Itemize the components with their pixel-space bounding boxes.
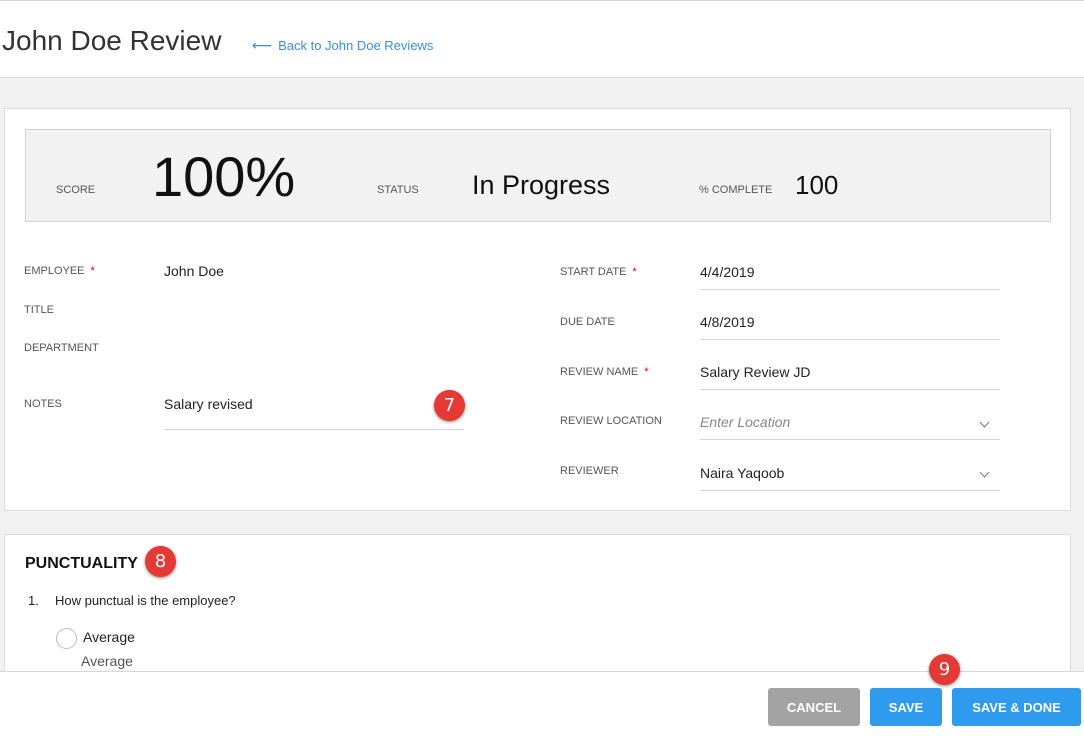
- review-page: John Doe Review ⟵ Back to John Doe Review…: [0, 0, 1084, 741]
- review-location-select[interactable]: Enter Location: [700, 414, 790, 430]
- required-marker: *: [632, 266, 637, 278]
- back-link-label: Back to John Doe Reviews: [278, 38, 434, 53]
- annotation-badge-7: 7: [434, 390, 465, 421]
- score-label: SCORE: [56, 184, 96, 196]
- section-title: PUNCTUALITY: [25, 555, 138, 572]
- save-and-done-button[interactable]: SAVE & DONE: [952, 688, 1081, 726]
- reviewer-label: REVIEWER: [560, 465, 619, 477]
- arrow-left-icon: ⟵: [252, 37, 273, 53]
- complete-label: % COMPLETE: [699, 184, 773, 196]
- punctuality-section: PUNCTUALITY 8 1. How punctual is the emp…: [4, 534, 1071, 684]
- start-date-underline: [700, 289, 1000, 290]
- page-header: John Doe Review ⟵ Back to John Doe Review…: [0, 0, 1084, 78]
- option-label[interactable]: Average: [83, 629, 135, 645]
- chevron-down-icon[interactable]: [979, 467, 990, 478]
- save-button[interactable]: SAVE: [870, 688, 942, 726]
- notes-input[interactable]: Salary revised: [164, 396, 253, 412]
- start-date-label: START DATE *: [560, 266, 637, 278]
- notes-underline: [164, 429, 464, 430]
- question-number: 1.: [28, 593, 39, 608]
- required-marker: *: [644, 366, 649, 378]
- review-location-label: REVIEW LOCATION: [560, 415, 662, 427]
- chevron-down-icon[interactable]: [979, 417, 990, 428]
- review-location-underline: [700, 439, 1000, 440]
- due-date-underline: [700, 339, 1000, 340]
- notes-label: NOTES: [24, 398, 62, 410]
- review-details-panel: SCORE 100% STATUS In Progress % COMPLETE…: [4, 108, 1071, 511]
- radio-empty-icon[interactable]: [56, 628, 77, 649]
- complete-value: 100: [795, 170, 839, 200]
- review-summary: SCORE 100% STATUS In Progress % COMPLETE…: [25, 129, 1051, 222]
- due-date-input[interactable]: 4/8/2019: [700, 314, 755, 330]
- employee-label: EMPLOYEE *: [24, 265, 95, 277]
- annotation-badge-8: 8: [145, 546, 176, 577]
- reviewer-select[interactable]: Naira Yaqoob: [700, 465, 784, 481]
- reviewer-underline: [700, 490, 1000, 491]
- annotation-badge-9: 9: [929, 654, 960, 685]
- question-text: How punctual is the employee?: [55, 593, 236, 608]
- action-footer: CANCEL SAVE SAVE & DONE 9: [0, 654, 1084, 741]
- score-value: 100%: [152, 145, 296, 208]
- page-title: John Doe Review: [2, 25, 222, 56]
- employee-value: John Doe: [164, 263, 224, 279]
- start-date-input[interactable]: 4/4/2019: [700, 264, 755, 280]
- status-value: In Progress: [472, 170, 611, 200]
- back-to-reviews-link[interactable]: ⟵ Back to John Doe Reviews: [252, 37, 433, 54]
- review-name-label: REVIEW NAME *: [560, 366, 649, 378]
- review-name-input[interactable]: Salary Review JD: [700, 364, 810, 380]
- review-name-underline: [700, 389, 1000, 390]
- required-marker: *: [90, 265, 95, 277]
- due-date-label: DUE DATE: [560, 316, 615, 328]
- option-description: Average: [81, 653, 133, 669]
- cancel-button[interactable]: CANCEL: [768, 688, 860, 726]
- title-label: TITLE: [24, 304, 54, 316]
- status-label: STATUS: [377, 184, 419, 196]
- department-label: DEPARTMENT: [24, 342, 99, 354]
